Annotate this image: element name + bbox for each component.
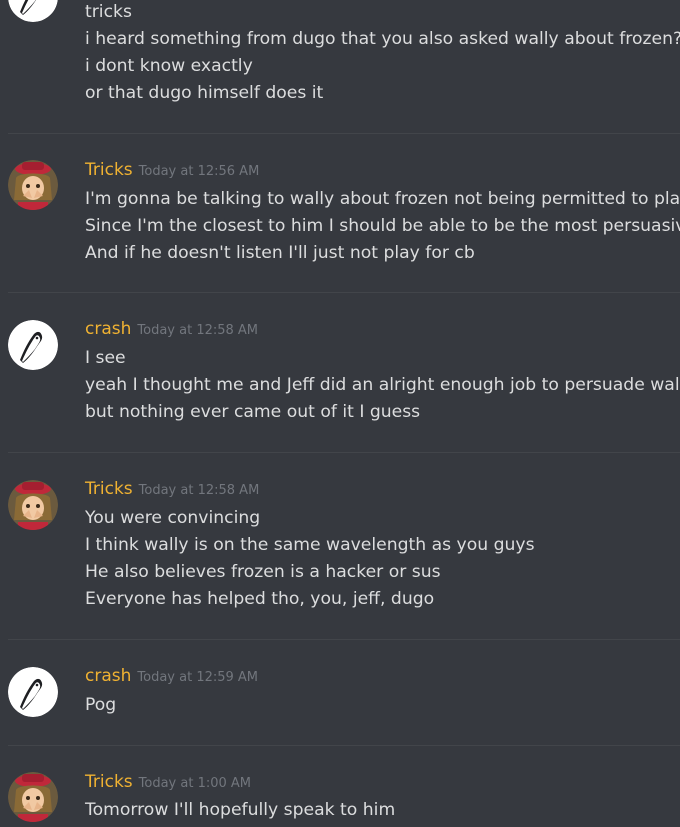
crash-icon — [8, 667, 58, 717]
message-divider — [8, 639, 680, 640]
message-line: I think wally is on the same wavelength … — [85, 535, 535, 555]
message-line: Since I'm the closest to him I should be… — [85, 216, 680, 236]
message-line: And if he doesn't listen I'll just not p… — [85, 243, 475, 263]
tricks-icon — [8, 772, 58, 822]
message-divider — [8, 292, 680, 293]
tricks-icon — [8, 480, 58, 530]
username[interactable]: crash — [85, 666, 131, 686]
message-divider — [8, 745, 680, 746]
message-divider — [8, 133, 680, 134]
message-line: Pog — [85, 695, 117, 715]
message-line: He also believes frozen is a hacker or s… — [85, 562, 441, 582]
tricks-icon — [8, 160, 58, 210]
avatar[interactable] — [8, 0, 58, 22]
avatar[interactable] — [8, 160, 58, 210]
username[interactable]: Tricks — [85, 160, 133, 180]
message-line: i dont know exactly — [85, 56, 253, 76]
avatar[interactable] — [8, 667, 58, 717]
message-line: but nothing ever came out of it I guess — [85, 402, 421, 422]
message-line: You were convincing — [85, 508, 261, 528]
username[interactable]: crash — [85, 319, 131, 339]
timestamp: Today at 1:00 AM — [138, 776, 252, 791]
timestamp: Today at 12:59 AM — [137, 670, 259, 685]
message-line: Everyone has helped tho, you, jeff, dugo — [85, 589, 435, 609]
timestamp: Today at 12:56 AM — [138, 164, 260, 179]
message-line: i heard something from dugo that you als… — [85, 29, 680, 49]
message-line: I see — [85, 348, 126, 368]
avatar[interactable] — [8, 480, 58, 530]
timestamp: Today at 12:58 AM — [137, 323, 259, 338]
crash-icon — [8, 0, 58, 22]
message-divider — [8, 452, 680, 453]
message-line: I'm gonna be talking to wally about froz… — [85, 189, 680, 209]
timestamp: Today at 12:58 AM — [138, 483, 260, 498]
username[interactable]: Tricks — [85, 479, 133, 499]
crash-icon — [8, 320, 58, 370]
message-line: or that dugo himself does it — [85, 83, 324, 103]
avatar[interactable] — [8, 320, 58, 370]
username[interactable]: Tricks — [85, 772, 133, 792]
message-line: Tomorrow I'll hopefully speak to him — [85, 800, 396, 820]
avatar[interactable] — [8, 772, 58, 822]
message-line: tricks — [85, 2, 132, 22]
message-line: yeah I thought me and Jeff did an alrigh… — [85, 375, 680, 395]
